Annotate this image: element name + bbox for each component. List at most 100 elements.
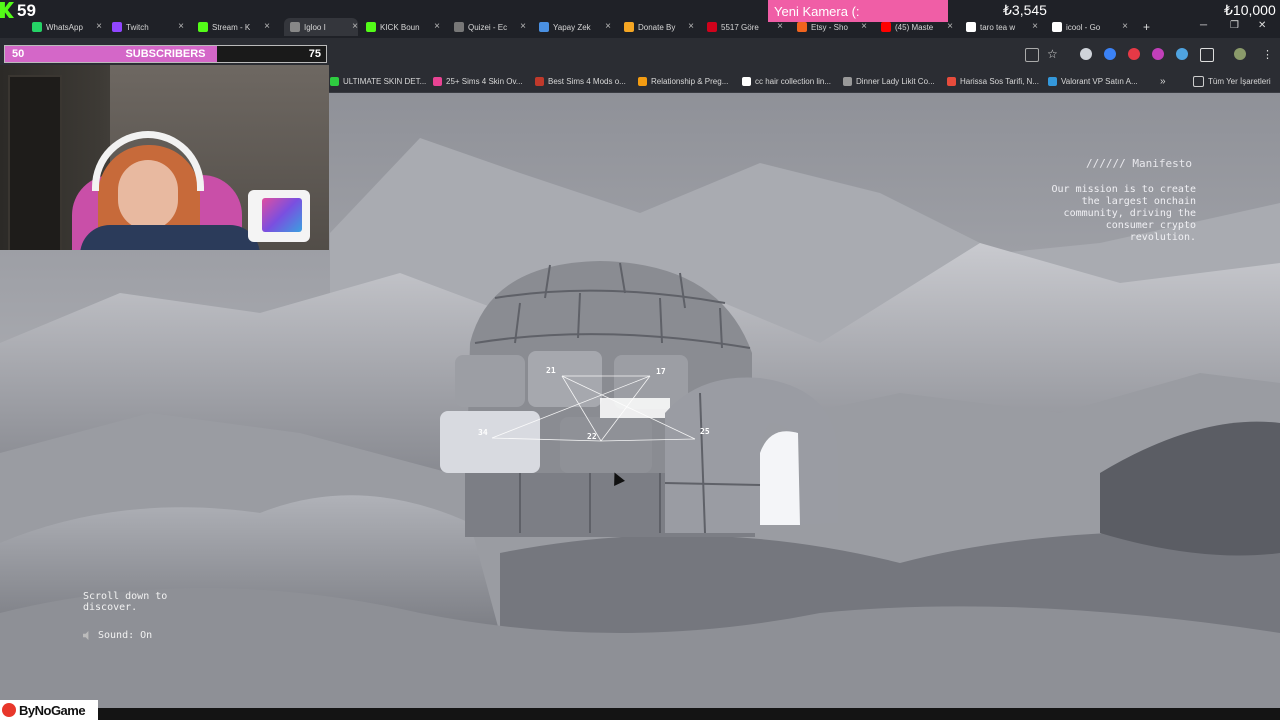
tab-3[interactable]: Stream - K × xyxy=(198,18,270,36)
bynogame-logo-icon xyxy=(2,703,16,717)
bookmark-favicon-icon xyxy=(535,76,544,86)
shield-extension-icon[interactable] xyxy=(1080,48,1092,60)
bookmark-star-icon[interactable]: ☆ xyxy=(1047,47,1058,61)
tab-favicon-icon xyxy=(797,22,807,32)
bookmark-2[interactable]: 25+ Sims 4 Skin Ov... xyxy=(433,74,528,88)
tab-1[interactable]: WhatsApp × xyxy=(32,18,102,36)
tab-label: 5517 Göre xyxy=(721,22,759,32)
tab-12[interactable]: taro tea w × xyxy=(966,18,1038,36)
bookmark-label: Harissa Sos Tarifi, N... xyxy=(960,76,1039,86)
bookmark-label: Dinner Lady Likit Co... xyxy=(856,76,935,86)
minimize-icon[interactable]: ─ xyxy=(1200,20,1207,31)
tab-close-icon[interactable]: × xyxy=(96,21,102,32)
node-21[interactable]: 21 xyxy=(546,366,556,375)
bookmark-3[interactable]: Best Sims 4 Mods o... xyxy=(535,74,631,88)
tab-label: Donate By xyxy=(638,22,676,32)
bookmark-label: 25+ Sims 4 Skin Ov... xyxy=(446,76,523,86)
bookmark-favicon-icon xyxy=(1048,76,1057,86)
bookmark-label: cc hair collection lin... xyxy=(755,76,832,86)
tab-10[interactable]: Etsy - Sho × xyxy=(797,18,867,36)
tab-favicon-icon xyxy=(966,22,976,32)
bookmark-5[interactable]: cc hair collection lin... xyxy=(742,74,837,88)
tab-close-icon[interactable]: × xyxy=(178,21,184,32)
tab-4[interactable]: Igloo I × xyxy=(284,18,358,36)
node-25[interactable]: 25 xyxy=(700,427,710,436)
tab-close-icon[interactable]: × xyxy=(861,21,867,32)
donation-goal-target: ₺10,000 xyxy=(1224,2,1276,18)
folder-icon xyxy=(1193,75,1204,87)
tab-label: Stream - K xyxy=(212,22,251,32)
download-icon[interactable] xyxy=(1176,48,1188,60)
bookmark-favicon-icon xyxy=(638,76,647,86)
tab-7[interactable]: Yapay Zek × xyxy=(539,18,611,36)
subscriber-goal: 75 xyxy=(308,48,321,60)
bookmark-label: Relationship & Preg... xyxy=(651,76,729,86)
profile-avatar[interactable] xyxy=(1234,48,1246,60)
node-34[interactable]: 34 xyxy=(478,428,488,437)
extension-blue-icon[interactable] xyxy=(1104,48,1116,60)
manifesto-title[interactable]: ////// Manifesto xyxy=(1086,157,1192,170)
extension-pink-icon[interactable] xyxy=(1152,48,1164,60)
bookmark-1[interactable]: ULTIMATE SKIN DET... xyxy=(330,74,426,88)
bookmark-favicon-icon xyxy=(843,76,852,86)
tab-9[interactable]: 5517 Göre × xyxy=(707,18,783,36)
tab-close-icon[interactable]: × xyxy=(777,21,783,32)
tab-5[interactable]: KICK Boun × xyxy=(366,18,440,36)
manifesto-text: Our mission is to create the largest onc… xyxy=(1051,184,1197,243)
tab-close-icon[interactable]: × xyxy=(1122,21,1128,32)
tab-13[interactable]: icool - Go × xyxy=(1052,18,1128,36)
tab-favicon-icon xyxy=(624,22,634,32)
tab-11[interactable]: (45) Maste × xyxy=(881,18,953,36)
bookmark-label: Best Sims 4 Mods o... xyxy=(548,76,626,86)
translate-icon[interactable] xyxy=(1025,48,1039,62)
webcam-overlay xyxy=(0,65,329,250)
node-22[interactable]: 22 xyxy=(587,432,597,441)
bookmark-8[interactable]: Valorant VP Satın A... xyxy=(1048,74,1146,88)
all-bookmarks-label: Tüm Yer İşaretleri xyxy=(1208,76,1271,86)
tab-favicon-icon xyxy=(366,22,376,32)
tab-label: Twitch xyxy=(126,22,149,32)
extension-red-icon[interactable] xyxy=(1128,48,1140,60)
donation-goal-current: ₺3,545 xyxy=(1003,2,1047,18)
bookmark-4[interactable]: Relationship & Preg... xyxy=(638,74,736,88)
puzzle-icon[interactable] xyxy=(1200,48,1214,62)
bookmark-6[interactable]: Dinner Lady Likit Co... xyxy=(843,74,941,88)
tab-close-icon[interactable]: × xyxy=(947,21,953,32)
bookmark-favicon-icon xyxy=(947,76,956,86)
tab-close-icon[interactable]: × xyxy=(352,21,358,32)
all-bookmarks-button[interactable]: Tüm Yer İşaretleri xyxy=(1193,74,1271,88)
tab-close-icon[interactable]: × xyxy=(1032,21,1038,32)
tab-6[interactable]: Quizei - Ec × xyxy=(454,18,526,36)
tab-favicon-icon xyxy=(454,22,464,32)
sound-toggle[interactable]: Sound: On xyxy=(83,630,152,641)
tab-favicon-icon xyxy=(707,22,717,32)
tab-favicon-icon xyxy=(1052,22,1062,32)
tab-8[interactable]: Donate By × xyxy=(624,18,694,36)
close-window-icon[interactable]: ✕ xyxy=(1258,20,1266,31)
tab-close-icon[interactable]: × xyxy=(434,21,440,32)
cam-door xyxy=(8,75,62,250)
tab-label: Yapay Zek xyxy=(553,22,591,32)
tab-close-icon[interactable]: × xyxy=(264,21,270,32)
tab-close-icon[interactable]: × xyxy=(688,21,694,32)
restore-icon[interactable]: ❐ xyxy=(1230,20,1239,31)
tab-favicon-icon xyxy=(198,22,208,32)
new-tab-button[interactable]: + xyxy=(1143,20,1150,34)
tab-favicon-icon xyxy=(290,22,300,32)
tab-label: icool - Go xyxy=(1066,22,1101,32)
tab-close-icon[interactable]: × xyxy=(605,21,611,32)
subscriber-label: SUBSCRIBERS xyxy=(125,48,206,60)
tab-label: Etsy - Sho xyxy=(811,22,848,32)
tab-label: KICK Boun xyxy=(380,22,420,32)
bookmark-7[interactable]: Harissa Sos Tarifi, N... xyxy=(947,74,1042,88)
sponsor-name: ByNoGame xyxy=(19,702,86,718)
bottom-strip xyxy=(0,708,1280,720)
kebab-menu-icon[interactable]: ⋮ xyxy=(1262,48,1273,61)
node-17[interactable]: 17 xyxy=(656,367,666,376)
sound-label: Sound: On xyxy=(98,630,153,641)
bookmarks-more-button[interactable]: » xyxy=(1160,74,1166,88)
bookmark-favicon-icon xyxy=(742,76,751,86)
tab-close-icon[interactable]: × xyxy=(520,21,526,32)
tab-label: Igloo I xyxy=(304,22,326,32)
tab-2[interactable]: Twitch × xyxy=(112,18,184,36)
